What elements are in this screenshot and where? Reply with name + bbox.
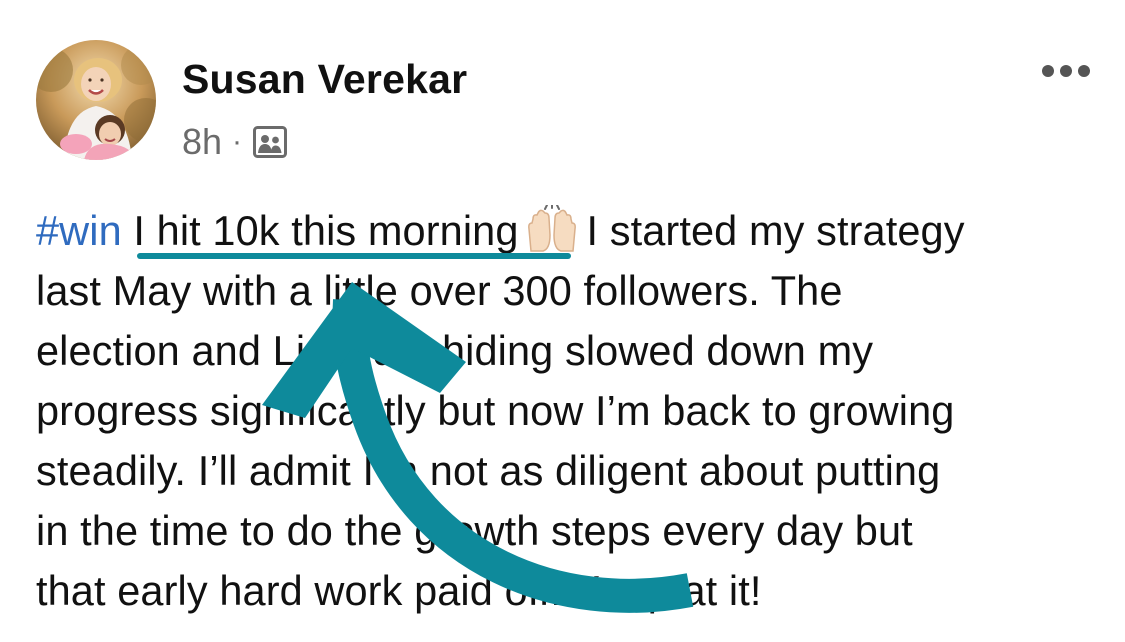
group-visibility-icon[interactable] [252, 124, 288, 160]
highlighted-phrase: I hit 10k this morning [133, 207, 519, 254]
post-line-1: #win I hit 10k this morning I started my … [36, 201, 1096, 261]
post-meta: 8h · [182, 118, 288, 166]
raising-hands-emoji [523, 203, 581, 253]
avatar-photo [36, 40, 156, 160]
post-text-continued: I started my strategy [586, 207, 965, 254]
post-line-4: progress significantly but now I’m back … [36, 387, 955, 434]
post-line-5: steadily. I’ll admit I’m not as diligent… [36, 447, 941, 494]
post-time: 8h [182, 121, 223, 162]
author-avatar[interactable] [36, 40, 156, 160]
meta-separator: · [232, 125, 243, 158]
post-body: #win I hit 10k this morning I started my … [36, 201, 1096, 621]
post-line-2: last May with a little over 300 follower… [36, 267, 843, 314]
post-line-3: election and LinkedIn hiding slowed down… [36, 327, 874, 374]
post-line-6: in the time to do the growth steps every… [36, 507, 913, 554]
post-line-7: that early hard work paid off. Keep at i… [36, 567, 762, 614]
more-horizontal-icon [1042, 65, 1090, 77]
author-name[interactable]: Susan Verekar [182, 56, 467, 103]
more-options-button[interactable] [1036, 56, 1096, 86]
feed-post: Susan Verekar 8h · #win I hit 10k this m… [0, 0, 1125, 642]
hashtag-link[interactable]: #win [36, 207, 122, 254]
